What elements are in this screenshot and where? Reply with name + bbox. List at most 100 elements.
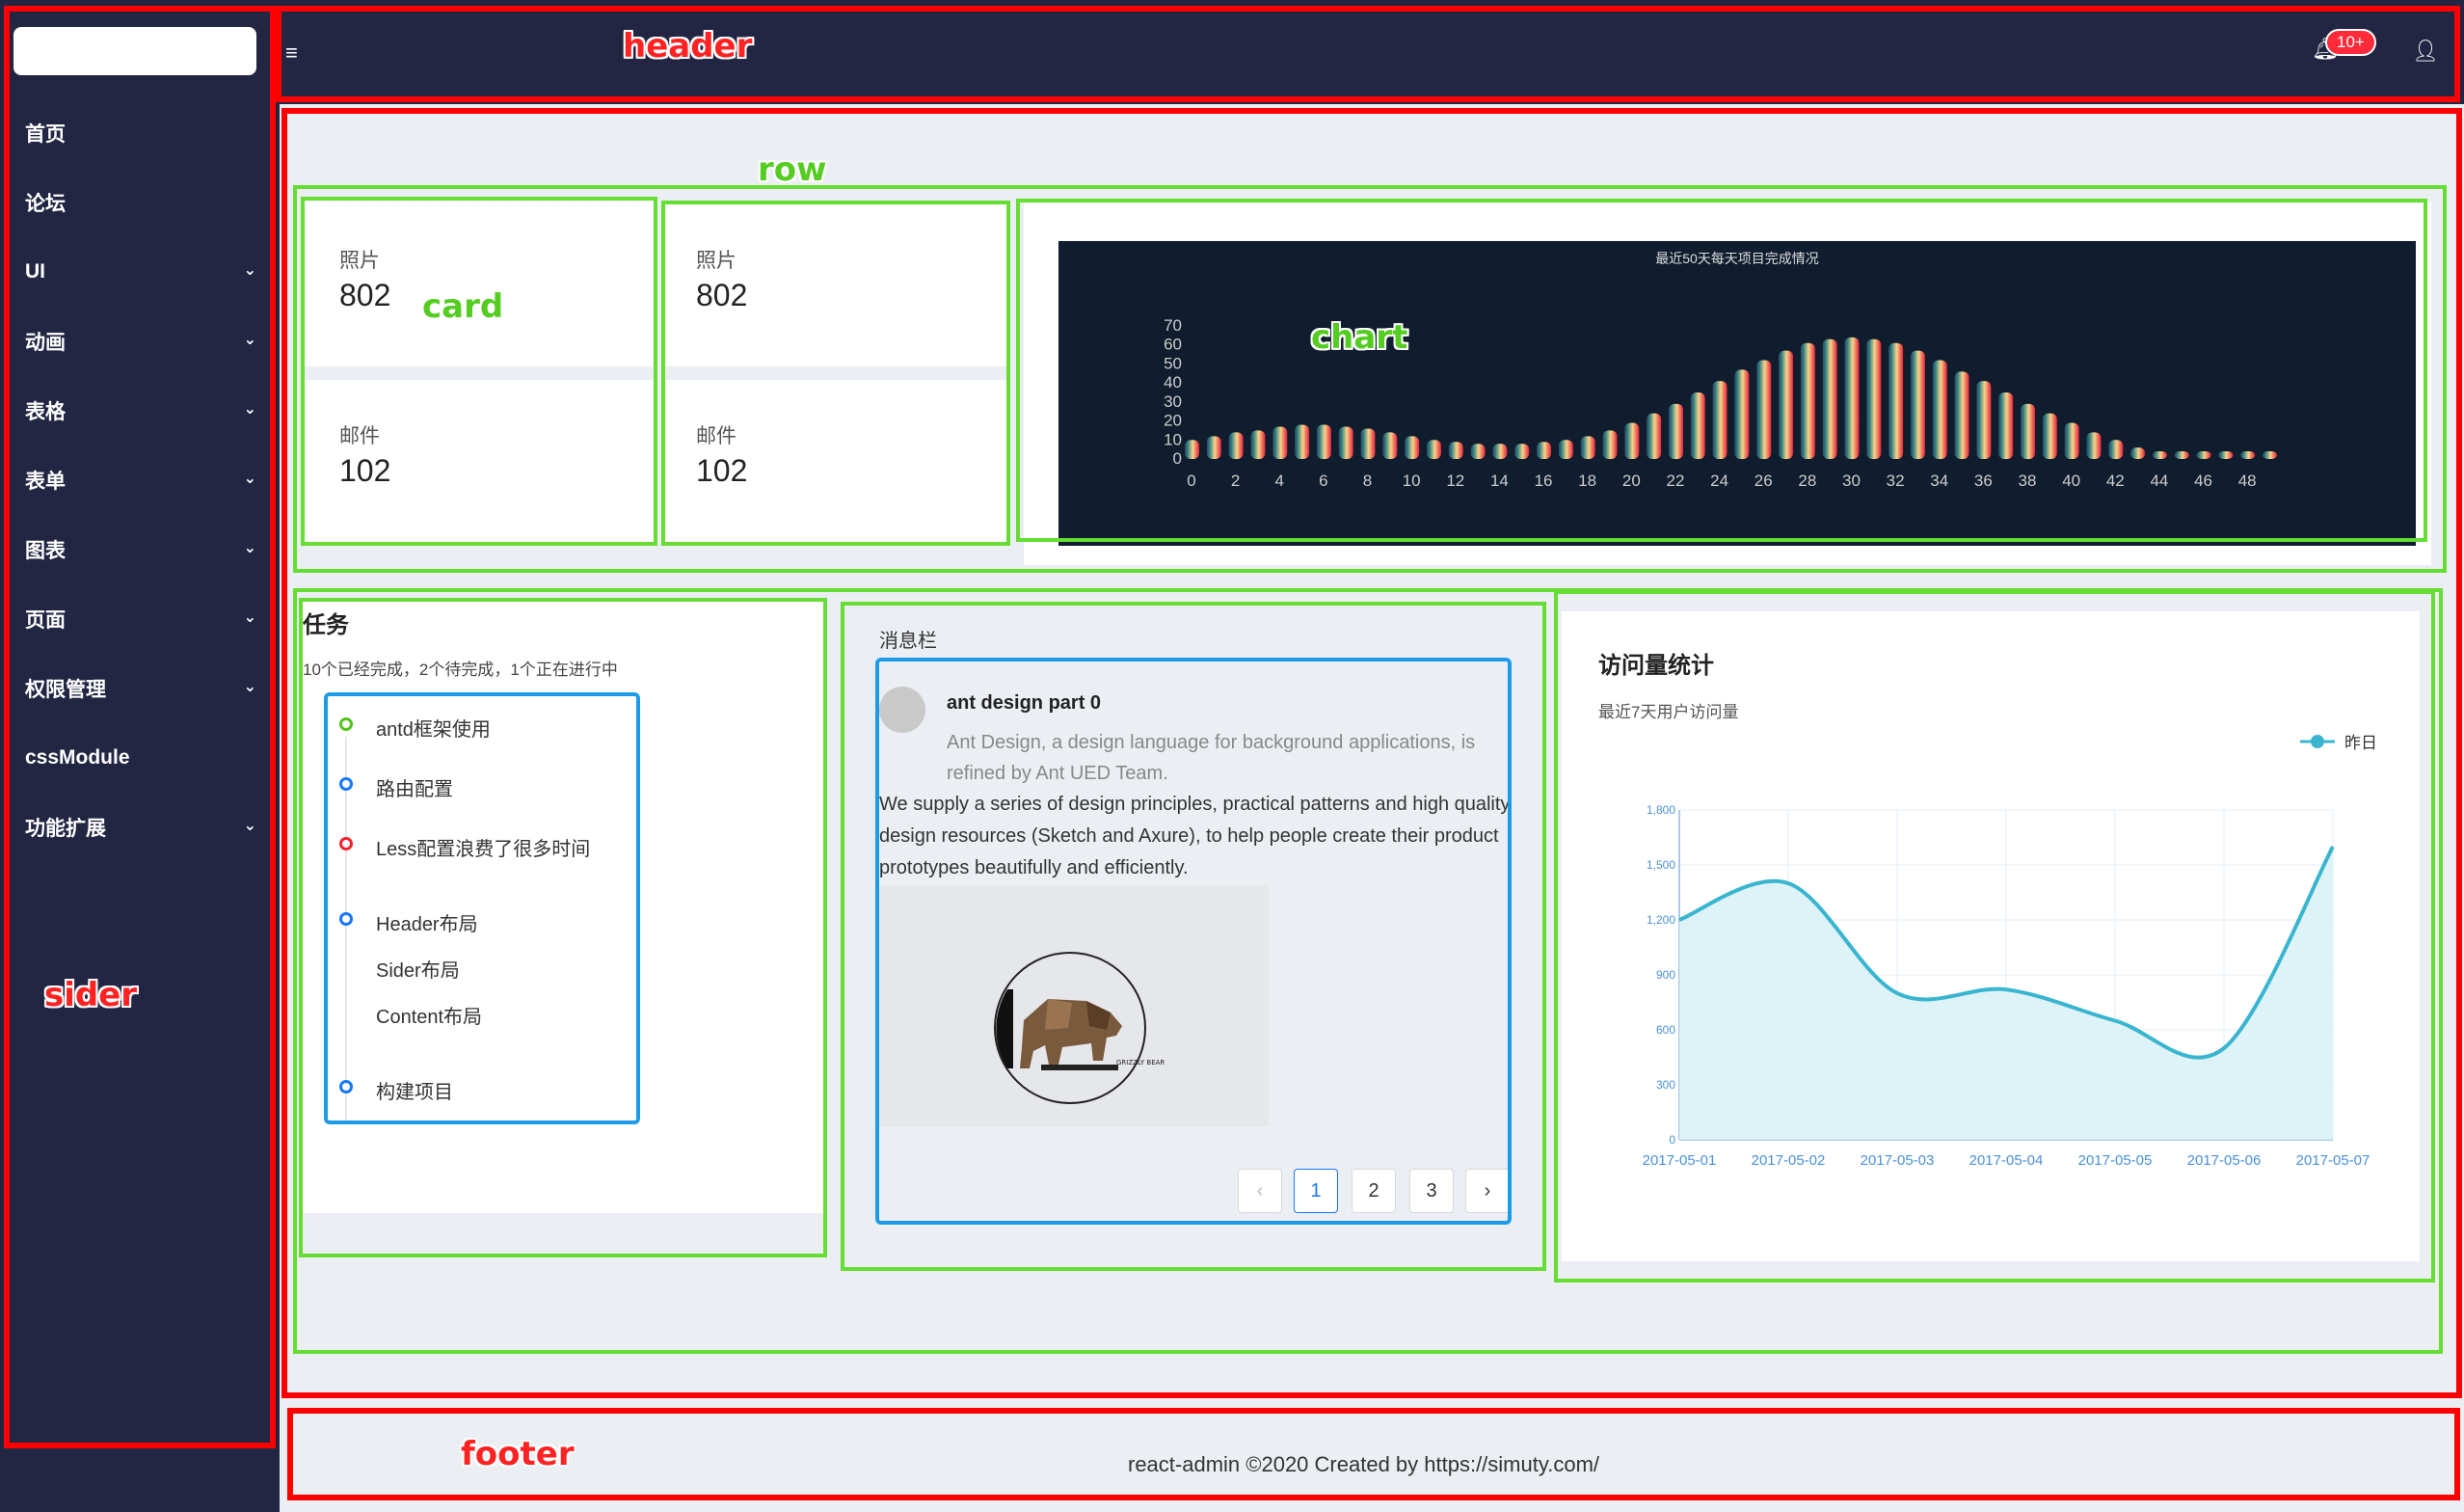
task-title: 任务 (303, 612, 349, 638)
visit-area-chart: 0 300 600 900 1,200 1,500 1,800 2017-05-01 2017-… (1643, 803, 2370, 1169)
bar-mark (1448, 442, 1463, 459)
bar-mark (1734, 369, 1750, 459)
x-tick-label: 8 (1363, 472, 1372, 490)
chevron-down-icon: ⌄ (243, 471, 256, 487)
x-tick-label: 2017-05-03 (1861, 1152, 1935, 1169)
x-tick-label: 26 (1754, 472, 1773, 490)
sider-menu-item-8[interactable]: 权限管理 ⌄ (25, 669, 256, 708)
bar-mark (1998, 392, 2014, 459)
menu-item-label: 论坛 (25, 193, 66, 215)
image-caption: GRIZZLY BEAR (1116, 1059, 1165, 1066)
sider-menu-item-4[interactable]: 表格 ⌄ (25, 392, 256, 430)
bar-mark (2174, 451, 2189, 459)
bar-mark (1316, 424, 1331, 459)
menu-item-label: UI (25, 260, 45, 283)
timeline-item: Sider布局 (376, 960, 460, 982)
menu-item-label: 表单 (25, 471, 66, 493)
sider-menu-item-10[interactable]: 功能扩展 ⌄ (25, 808, 256, 847)
bar-mark (1537, 442, 1552, 459)
menu-item-label: 功能扩展 (25, 818, 106, 840)
sider-menu-item-7[interactable]: 页面 ⌄ (25, 600, 256, 638)
card-value: 802 (339, 278, 391, 312)
menu-item-label: cssModule (25, 746, 130, 769)
user-icon[interactable]: 👤︎ (2412, 39, 2439, 64)
timeline-dot (339, 837, 353, 850)
bar-mark (1360, 428, 1376, 459)
timeline-item: Less配置浪费了很多时间 (376, 839, 591, 860)
bar-mark (1779, 350, 1794, 459)
y-tick-label: 10 (1164, 430, 1182, 448)
sider-menu-item-9[interactable]: cssModule (25, 739, 256, 777)
timeline-item: 路由配置 (376, 779, 453, 800)
x-tick-label: 2017-05-02 (1752, 1152, 1826, 1169)
bar-mark (1910, 350, 1925, 459)
sider-menu-item-3[interactable]: 动画 ⌄ (25, 322, 256, 361)
logo[interactable] (13, 27, 256, 75)
bar-mark (1228, 432, 1244, 459)
bar-mark (2064, 422, 2079, 459)
card-label: 邮件 (339, 425, 380, 447)
bar-mark (1272, 426, 1288, 459)
x-tick-label: 46 (2194, 472, 2212, 490)
menu-fold-icon[interactable]: ≡ (285, 40, 298, 66)
annotation-label-footer: footer (461, 1435, 575, 1473)
sider-menu-item-0[interactable]: 首页 (25, 114, 256, 152)
stats-card-photos-1: 照片 802 (305, 201, 654, 366)
x-tick-label: 48 (2238, 472, 2257, 490)
bar-mark (2042, 413, 2057, 459)
bar-mark (1206, 436, 1221, 459)
pagination-next-button[interactable]: › (1465, 1169, 1510, 1213)
bar-mark (1954, 371, 1969, 459)
bar-mark (1800, 342, 1815, 459)
sider-menu-item-5[interactable]: 表单 ⌄ (25, 461, 256, 500)
message-author[interactable]: ant design part 0 (947, 692, 1101, 715)
sider-menu-item-2[interactable]: UI ⌄ (25, 253, 256, 291)
x-tick-label: 10 (1403, 472, 1421, 490)
x-tick-label: 28 (1798, 472, 1816, 490)
grizzly-bear-illustration: GRIZZLY BEAR (994, 952, 1165, 1104)
bar-mark (2108, 440, 2124, 459)
sider-menu-item-1[interactable]: 论坛 (25, 183, 256, 222)
chevron-down-icon: ⌄ (243, 262, 256, 279)
annotation-label-card: card (422, 287, 504, 326)
bar-mark (1668, 403, 1683, 459)
menu-item-label: 页面 (25, 609, 66, 632)
bar-mark (2196, 451, 2211, 459)
task-panel: 任务 10个已经完成，2个待完成，1个正在进行中 antd框架使用 路由配置 Les… (303, 602, 823, 1213)
x-tick-label: 44 (2150, 472, 2168, 490)
timeline-item: 构建项目 (376, 1082, 453, 1103)
pagination-prev-button[interactable]: ‹ (1238, 1169, 1282, 1213)
menu-item-label: 表格 (25, 401, 66, 423)
bar-mark (1405, 436, 1420, 459)
message-panel: 消息栏 ant design part 0 Ant Design, a desi… (846, 606, 1540, 1238)
bar-mark (1492, 444, 1508, 459)
pagination-page-1[interactable]: 1 (1294, 1169, 1338, 1213)
x-tick-label: 4 (1275, 472, 1284, 490)
bar-mark (1690, 392, 1705, 459)
bar-mark (1185, 440, 1199, 459)
x-tick-label: 12 (1446, 472, 1464, 490)
y-tick-label: 30 (1164, 392, 1182, 411)
x-tick-label: 20 (1622, 472, 1641, 490)
x-tick-label: 2017-05-01 (1643, 1152, 1717, 1169)
bar-mark (1382, 432, 1398, 459)
bar-mark (2152, 451, 2167, 459)
bar-mark (1514, 444, 1530, 459)
bar-mark (1295, 424, 1310, 459)
pagination-page-2[interactable]: 2 (1352, 1169, 1396, 1213)
annotation-label-sider: sider (44, 976, 138, 1014)
chevron-down-icon: ⌄ (243, 818, 256, 834)
bar-mark (1756, 360, 1772, 459)
timeline-line (345, 737, 347, 1122)
pagination-page-3[interactable]: 3 (1409, 1169, 1454, 1213)
bar-mark (1470, 444, 1486, 459)
bar-mark (1822, 338, 1837, 459)
timeline-dot (339, 717, 353, 731)
x-tick-label: 18 (1578, 472, 1596, 490)
sider-menu-item-6[interactable]: 图表 ⌄ (25, 530, 256, 569)
x-tick-label: 14 (1490, 472, 1509, 490)
bar-mark (1338, 426, 1353, 459)
message-description: Ant Design, a design language for backgr… (947, 732, 1476, 784)
header: ≡ 🔔︎ 10+ 👤︎ (280, 0, 2464, 104)
x-tick-label: 0 (1187, 472, 1195, 490)
